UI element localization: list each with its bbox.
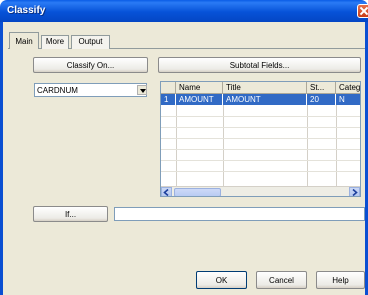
grid-line bbox=[307, 105, 308, 187]
tab-main[interactable]: Main bbox=[9, 32, 39, 49]
categ-cell[interactable]: N bbox=[336, 94, 360, 105]
st-cell[interactable]: 20 bbox=[307, 94, 336, 105]
if-button[interactable]: If... bbox=[33, 206, 108, 222]
grid-line bbox=[161, 116, 360, 117]
arrow-right-icon[interactable] bbox=[349, 187, 360, 196]
window-title: Classify bbox=[7, 5, 46, 16]
tab-more[interactable]: More bbox=[41, 35, 69, 49]
grid-line bbox=[161, 138, 360, 139]
column-header-name[interactable]: Name bbox=[176, 82, 223, 94]
help-button[interactable]: Help bbox=[316, 271, 365, 289]
grid-line bbox=[161, 127, 360, 128]
cancel-button[interactable]: Cancel bbox=[256, 271, 307, 289]
column-header-st[interactable]: St... bbox=[307, 82, 336, 94]
column-header-categ[interactable]: Categ bbox=[336, 82, 360, 94]
grid-line bbox=[161, 149, 360, 150]
cancel-button-label: Cancel bbox=[269, 276, 294, 285]
subtotal-fields-label: Subtotal Fields... bbox=[229, 61, 290, 70]
name-cell[interactable]: AMOUNT bbox=[176, 94, 223, 105]
ok-button-label: OK bbox=[215, 276, 228, 285]
column-header-title[interactable]: Title bbox=[223, 82, 307, 94]
classify-on-label: Classify On... bbox=[66, 61, 115, 70]
title-cell[interactable]: AMOUNT bbox=[223, 94, 307, 105]
row-number-cell[interactable]: 1 bbox=[161, 94, 176, 105]
tab-output[interactable]: Output bbox=[71, 35, 110, 49]
grid-line bbox=[336, 105, 337, 187]
grid-line bbox=[161, 160, 360, 161]
close-icon[interactable] bbox=[357, 4, 368, 18]
scrollbar-thumb[interactable] bbox=[174, 188, 221, 196]
classify-on-button[interactable]: Classify On... bbox=[33, 57, 148, 73]
if-button-label: If... bbox=[64, 210, 77, 219]
help-button-label: Help bbox=[332, 276, 349, 285]
if-expression-input[interactable] bbox=[114, 207, 365, 221]
grid-line bbox=[161, 171, 360, 172]
horizontal-scrollbar[interactable] bbox=[161, 186, 360, 196]
grid-line bbox=[223, 105, 224, 187]
ok-button[interactable]: OK bbox=[196, 271, 247, 289]
classify-field-value: CARDNUM bbox=[37, 86, 78, 95]
tab-main-label: Main bbox=[15, 37, 33, 46]
column-header-rownum[interactable] bbox=[161, 82, 176, 94]
chevron-down-icon[interactable] bbox=[137, 85, 147, 95]
classify-field-select[interactable]: CARDNUM bbox=[34, 83, 147, 97]
subtotal-fields-grid[interactable]: Name Title St... Categ 1 AMOUNT AMOUNT 2… bbox=[160, 81, 361, 197]
title-bar[interactable] bbox=[0, 0, 368, 22]
subtotal-fields-button[interactable]: Subtotal Fields... bbox=[158, 57, 361, 73]
tab-more-label: More bbox=[45, 37, 65, 46]
arrow-left-icon[interactable] bbox=[161, 187, 172, 196]
tab-output-label: Output bbox=[78, 37, 103, 46]
grid-line bbox=[176, 105, 177, 187]
